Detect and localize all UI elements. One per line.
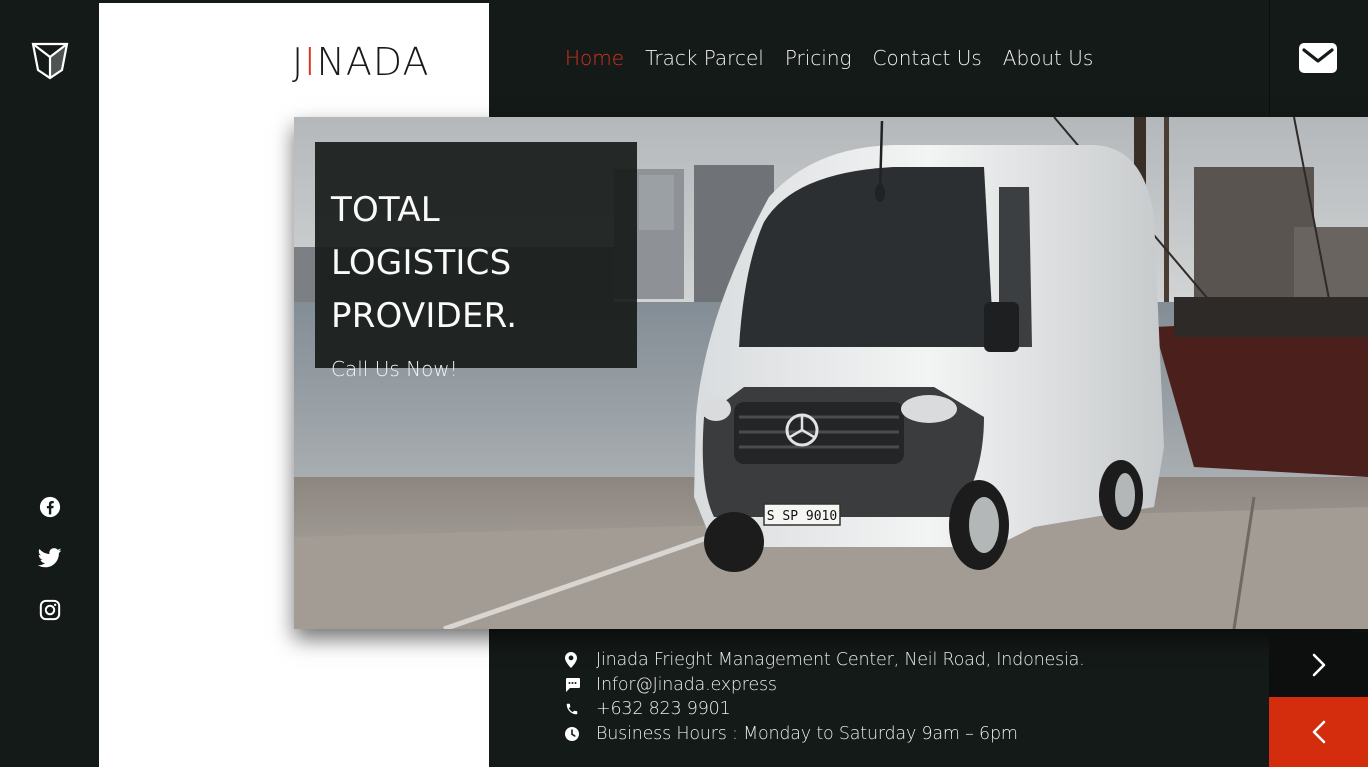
facebook-icon[interactable] bbox=[38, 495, 62, 519]
landing-page: JINADA Home Track Parcel Pricing Contact… bbox=[0, 0, 1368, 767]
address-row: Jinada Frieght Management Center, Neil R… bbox=[565, 648, 1085, 673]
address-text: Jinada Frieght Management Center, Neil R… bbox=[596, 650, 1085, 671]
hero-title: TOTAL LOGISTICS PROVIDER. bbox=[331, 184, 621, 343]
prev-slide-button[interactable] bbox=[1269, 697, 1368, 767]
nav-about-us[interactable]: About Us bbox=[1003, 46, 1094, 70]
contact-info: Jinada Frieght Management Center, Neil R… bbox=[565, 648, 1085, 746]
nav-contact-us[interactable]: Contact Us bbox=[873, 46, 982, 70]
logo-icon[interactable] bbox=[30, 40, 70, 80]
brand-accent: I bbox=[304, 40, 317, 84]
chat-icon bbox=[565, 677, 596, 692]
email-row: Infor@Jinada.express bbox=[565, 673, 1085, 698]
clock-icon bbox=[565, 726, 596, 741]
hours-row: Business Hours : Monday to Saturday 9am … bbox=[565, 722, 1085, 747]
chevron-left-icon bbox=[1312, 720, 1325, 744]
phone-icon bbox=[565, 702, 596, 716]
mail-icon[interactable] bbox=[1298, 42, 1338, 74]
nav-pricing[interactable]: Pricing bbox=[785, 46, 852, 70]
brand-suffix: NADA bbox=[316, 40, 430, 84]
brand-logo[interactable]: JINADA bbox=[292, 40, 429, 84]
right-divider bbox=[1269, 0, 1270, 115]
hero-title-line2: PROVIDER. bbox=[331, 296, 518, 336]
main-nav: Home Track Parcel Pricing Contact Us Abo… bbox=[565, 46, 1093, 70]
call-us-link[interactable]: Call Us Now! bbox=[331, 357, 621, 381]
chevron-right-icon bbox=[1312, 653, 1325, 676]
phone-link[interactable]: +632 823 9901 bbox=[596, 699, 731, 719]
nav-track-parcel[interactable]: Track Parcel bbox=[645, 46, 764, 70]
nav-home[interactable]: Home bbox=[565, 46, 624, 70]
location-pin-icon bbox=[565, 652, 596, 669]
license-plate: S SP 9010 bbox=[767, 509, 837, 524]
hero-title-line1: TOTAL LOGISTICS bbox=[331, 190, 512, 283]
twitter-icon[interactable] bbox=[38, 546, 62, 570]
brand-prefix: J bbox=[292, 40, 305, 84]
hours-text: Business Hours : Monday to Saturday 9am … bbox=[596, 723, 1018, 744]
left-sidebar bbox=[0, 0, 99, 767]
instagram-icon[interactable] bbox=[38, 598, 62, 622]
next-slide-button[interactable] bbox=[1269, 632, 1368, 697]
phone-row: +632 823 9901 bbox=[565, 697, 1085, 722]
hero-caption: TOTAL LOGISTICS PROVIDER. Call Us Now! bbox=[315, 142, 637, 381]
email-link[interactable]: Infor@Jinada.express bbox=[596, 675, 777, 695]
